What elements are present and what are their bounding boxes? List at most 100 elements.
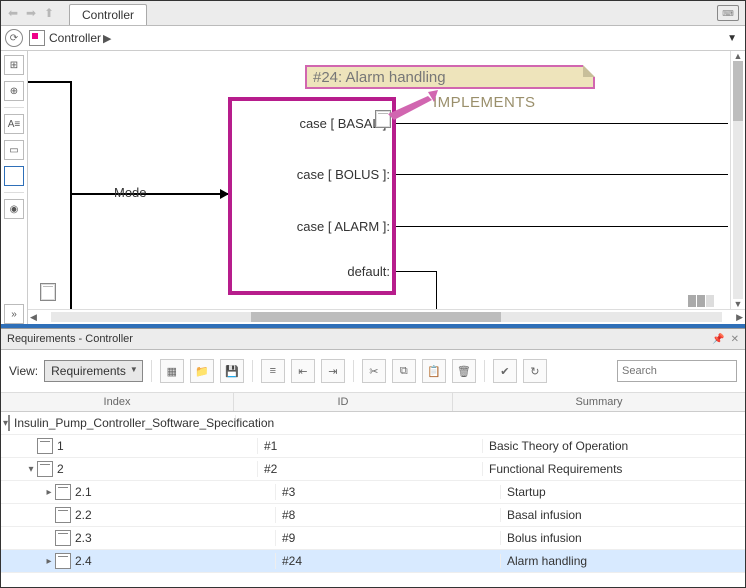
block-left[interactable] bbox=[28, 81, 72, 309]
row-index: 2.1 bbox=[75, 485, 92, 499]
canvas[interactable]: Mode u1 case [ BASAL ]: case [ BOLUS ]: … bbox=[28, 51, 730, 309]
note-fold-icon bbox=[583, 65, 595, 77]
scroll-up-icon[interactable]: ▲ bbox=[734, 51, 743, 61]
col-id[interactable]: ID bbox=[234, 393, 453, 411]
palette-separator bbox=[4, 107, 25, 108]
search-input[interactable] bbox=[617, 360, 737, 382]
table-row[interactable]: 2.2 #8Basal infusion bbox=[1, 504, 745, 527]
req-icon bbox=[37, 438, 53, 454]
table-row[interactable]: 1 #1Basic Theory of Operation bbox=[1, 435, 745, 458]
minimap[interactable] bbox=[688, 295, 714, 307]
refresh-icon[interactable]: ⟳ bbox=[5, 29, 23, 47]
chevron-right-icon[interactable]: ▶ bbox=[103, 32, 111, 45]
vertical-scrollbar[interactable]: ▲ ▼ bbox=[730, 51, 745, 309]
table-row[interactable]: ▸ 2.1 #3Startup bbox=[1, 481, 745, 504]
case-default: default: bbox=[230, 264, 396, 278]
view-selector[interactable]: Requirements bbox=[44, 360, 143, 382]
line-bolus bbox=[396, 174, 728, 175]
promote-button[interactable]: ⇤ bbox=[291, 359, 315, 383]
refresh-button[interactable]: ↻ bbox=[523, 359, 547, 383]
row-id: #24 bbox=[276, 554, 501, 568]
keyboard-icon[interactable]: ⌨ bbox=[717, 5, 739, 21]
check-button[interactable]: ✔ bbox=[493, 359, 517, 383]
doc-icon bbox=[8, 415, 10, 431]
implements-label: IMPLEMENTS bbox=[433, 94, 536, 111]
forward-arrow-icon[interactable]: ➡ bbox=[23, 5, 39, 21]
zoom-in-icon[interactable]: ⊕ bbox=[4, 81, 24, 101]
requirements-toolbar: View: Requirements ▦ 📁 💾 ≡ ⇤ ⇥ ✂ ⧉ 📋 🗑 ✔… bbox=[1, 350, 745, 393]
back-arrow-icon[interactable]: ⬅ bbox=[5, 5, 21, 21]
line-default-h bbox=[396, 271, 436, 272]
case-alarm: case [ ALARM ]: bbox=[230, 219, 396, 233]
annotate-icon[interactable]: ▭ bbox=[4, 140, 24, 160]
row-index: 2.4 bbox=[75, 554, 92, 568]
text-icon[interactable]: A≡ bbox=[4, 114, 24, 134]
row-index: 2 bbox=[57, 462, 64, 476]
palette-separator bbox=[4, 192, 25, 193]
line-default-v bbox=[436, 271, 437, 309]
page-icon[interactable] bbox=[40, 283, 56, 301]
row-id: #3 bbox=[276, 485, 501, 499]
note-text: #24: Alarm handling bbox=[313, 69, 446, 86]
scroll-right-icon[interactable]: ▶ bbox=[734, 312, 745, 323]
row-index: 1 bbox=[57, 439, 64, 453]
col-summary[interactable]: Summary bbox=[453, 393, 745, 411]
req-icon bbox=[55, 484, 71, 500]
trace-arrow-icon bbox=[388, 90, 438, 120]
row-id: #8 bbox=[276, 508, 501, 522]
copy-button[interactable]: ⧉ bbox=[392, 359, 416, 383]
cut-button[interactable]: ✂ bbox=[362, 359, 386, 383]
pin-icon[interactable]: 📌 bbox=[712, 334, 724, 345]
camera-icon[interactable]: ◉ bbox=[4, 199, 24, 219]
row-summary: Startup bbox=[501, 485, 745, 499]
table-row[interactable]: ▸ 2.4 #24Alarm handling bbox=[1, 550, 745, 573]
col-index[interactable]: Index bbox=[1, 393, 234, 411]
table-row-root[interactable]: ▾ Insulin_Pump_Controller_Software_Speci… bbox=[1, 412, 745, 435]
line-basal bbox=[396, 123, 728, 124]
delete-button[interactable]: 🗑 bbox=[452, 359, 476, 383]
zoom-fit-icon[interactable]: ⊞ bbox=[4, 55, 24, 75]
row-summary: Basal infusion bbox=[501, 508, 745, 522]
scroll-left-icon[interactable]: ◀ bbox=[28, 312, 39, 323]
more-icon[interactable]: » bbox=[4, 304, 24, 324]
demote-button[interactable]: ⇥ bbox=[321, 359, 345, 383]
twisty-icon[interactable]: ▸ bbox=[43, 556, 55, 567]
open-button[interactable]: 📁 bbox=[190, 359, 214, 383]
row-id: #2 bbox=[258, 462, 483, 476]
breadcrumb-item[interactable]: Controller bbox=[49, 31, 101, 45]
table-header: Index ID Summary bbox=[1, 393, 745, 412]
table-row[interactable]: 2.3#9Bolus infusion bbox=[1, 527, 745, 550]
row-index: 2.2 bbox=[75, 508, 92, 522]
twisty-icon[interactable]: ▸ bbox=[43, 487, 55, 498]
row-summary: Basic Theory of Operation bbox=[483, 439, 745, 453]
case-bolus: case [ BOLUS ]: bbox=[230, 167, 396, 181]
horizontal-scrollbar[interactable]: ◀ ▶ bbox=[28, 309, 745, 324]
requirements-panel: Requirements - Controller 📌 ✕ View: Requ… bbox=[1, 328, 745, 587]
select-icon[interactable] bbox=[4, 166, 24, 186]
up-arrow-icon[interactable]: ⬆ bbox=[41, 5, 57, 21]
row-index: 2.3 bbox=[75, 531, 92, 545]
row-id: #1 bbox=[258, 439, 483, 453]
tab-controller[interactable]: Controller bbox=[69, 4, 147, 25]
req-icon bbox=[55, 507, 71, 523]
twisty-icon[interactable]: ▾ bbox=[25, 464, 37, 475]
row-summary: Bolus infusion bbox=[501, 531, 745, 545]
line-alarm bbox=[396, 226, 728, 227]
breadcrumb-dropdown-icon[interactable]: ▼ bbox=[727, 33, 741, 44]
paste-button[interactable]: 📋 bbox=[422, 359, 446, 383]
row-summary: Alarm handling bbox=[501, 554, 745, 568]
model-icon bbox=[29, 30, 45, 46]
new-req-button[interactable]: ▦ bbox=[160, 359, 184, 383]
requirements-title-bar: Requirements - Controller 📌 ✕ bbox=[1, 329, 745, 350]
palette: ⊞ ⊕ A≡ ▭ ◉ » bbox=[1, 51, 28, 324]
add-button[interactable]: ≡ bbox=[261, 359, 285, 383]
canvas-wrap: Mode u1 case [ BASAL ]: case [ BOLUS ]: … bbox=[28, 51, 745, 324]
scroll-down-icon[interactable]: ▼ bbox=[734, 299, 743, 309]
root-label: Insulin_Pump_Controller_Software_Specifi… bbox=[14, 416, 274, 430]
close-icon[interactable]: ✕ bbox=[731, 334, 739, 345]
linked-requirement-note[interactable]: #24: Alarm handling bbox=[305, 65, 595, 89]
save-button[interactable]: 💾 bbox=[220, 359, 244, 383]
table-row[interactable]: ▾2#2Functional Requirements bbox=[1, 458, 745, 481]
signal-line-mode[interactable] bbox=[70, 193, 228, 195]
view-label: View: bbox=[9, 364, 38, 378]
